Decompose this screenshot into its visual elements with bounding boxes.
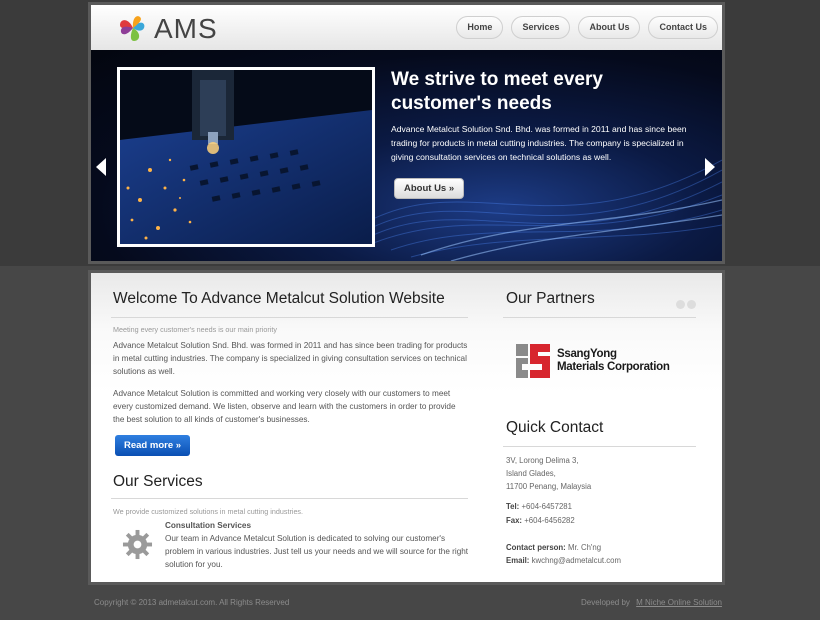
developed-by-label: Developed by [581, 598, 630, 607]
contact-person-value: Mr. Ch'ng [567, 543, 602, 552]
fax-label: Fax: [506, 516, 523, 525]
partners-next-icon[interactable] [687, 300, 696, 309]
next-slide-arrow-icon[interactable] [705, 158, 715, 176]
read-more-button[interactable]: Read more » [115, 435, 191, 456]
partners-heading: Our Partners [506, 290, 595, 307]
nav-home[interactable]: Home [456, 16, 504, 39]
logo-text: AMS [154, 13, 218, 44]
hero-photo-laser-cutting [117, 67, 375, 247]
address-line-3: 11700 Penang, Malaysia [506, 482, 592, 491]
tel-label: Tel: [506, 502, 520, 511]
contact-person-label: Contact person: [506, 543, 566, 552]
welcome-paragraph-1: Advance Metalcut Solution Snd. Bhd. was … [113, 341, 468, 376]
header-frame: AMS Home Services About Us Contact Us We… [88, 2, 725, 264]
services-subtitle: We provide customized solutions in metal… [113, 507, 304, 516]
partners-divider [503, 317, 696, 318]
banner-text: Advance Metalcut Solution Snd. Bhd. was … [391, 124, 687, 162]
address-line-2: Island Glades, [506, 469, 556, 478]
email-line: Email: kwchng@admetalcut.com [506, 556, 621, 565]
contact-person-line: Contact person: Mr. Ch'ng [506, 543, 601, 552]
about-us-button[interactable]: About Us » [394, 178, 465, 199]
hero-banner: We strive to meet every customer's needs… [91, 50, 722, 261]
footer-copyright: Copyright © 2013 admetalcut.com. All Rig… [94, 598, 290, 607]
services-divider [111, 498, 468, 499]
tel-value: +604-6457281 [521, 502, 572, 511]
partner-name: SsangYong Materials Corporation [557, 348, 670, 374]
partner-name-line1: SsangYong [557, 348, 617, 360]
partner-name-line2: Materials Corporation [557, 361, 670, 373]
partners-prev-icon[interactable] [676, 300, 685, 309]
nav-about-us[interactable]: About Us [578, 16, 641, 39]
welcome-subtitle: Meeting every customer's needs is our ma… [113, 325, 277, 334]
nav-services[interactable]: Services [511, 16, 571, 39]
partners-pager [676, 300, 696, 309]
main-content: Welcome To Advance Metalcut Solution Web… [91, 273, 722, 582]
tel-line: Tel: +604-6457281 [506, 502, 572, 511]
service-consultation-text: Our team in Advance Metalcut Solution is… [165, 534, 469, 569]
laser-cutting-image [120, 70, 372, 244]
content-frame: Welcome To Advance Metalcut Solution Web… [88, 270, 725, 585]
main-nav: Home Services About Us Contact Us [456, 16, 718, 39]
fax-line: Fax: +604-6456282 [506, 516, 575, 525]
address-line-1: 3V, Lorong Delima 3, [506, 456, 579, 465]
ssangyong-logo-icon[interactable] [516, 344, 550, 378]
nav-contact-us[interactable]: Contact Us [648, 16, 718, 39]
quick-contact-heading: Quick Contact [506, 419, 604, 436]
welcome-paragraph-2: Advance Metalcut Solution is committed a… [113, 389, 456, 424]
gear-icon [122, 529, 153, 560]
developer-link[interactable]: M Niche Online Solution [636, 598, 722, 607]
site-header: AMS Home Services About Us Contact Us [91, 5, 722, 50]
fax-value: +604-6456282 [524, 516, 575, 525]
footer-credit: Developed by M Niche Online Solution [581, 598, 722, 607]
banner-title: We strive to meet every customer's needs [391, 69, 603, 114]
email-value[interactable]: kwchng@admetalcut.com [532, 556, 621, 565]
welcome-heading: Welcome To Advance Metalcut Solution Web… [113, 290, 445, 307]
logo-swirl-icon [120, 16, 145, 41]
welcome-divider [111, 317, 468, 318]
email-label: Email: [506, 556, 530, 565]
site-logo[interactable]: AMS [116, 11, 226, 45]
service-consultation-title[interactable]: Consultation Services [165, 521, 251, 530]
prev-slide-arrow-icon[interactable] [96, 158, 106, 176]
services-heading: Our Services [113, 473, 203, 490]
contact-divider [503, 446, 696, 447]
